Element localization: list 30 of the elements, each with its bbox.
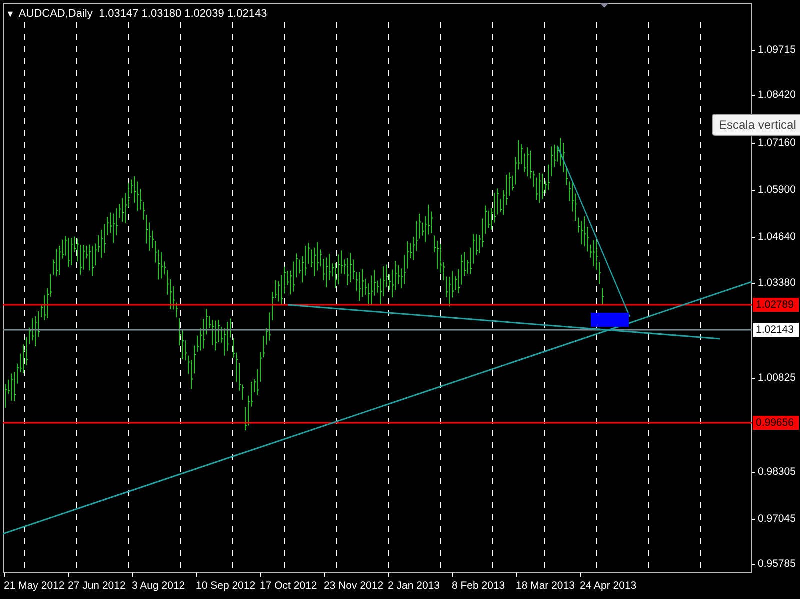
price-label: 1.07160 xyxy=(758,137,796,150)
date-label: 21 May 2012 xyxy=(4,580,65,592)
price-level-label: 1.02789 xyxy=(753,298,799,312)
price-label: 0.98305 xyxy=(758,466,796,479)
date-label: 10 Sep 2012 xyxy=(196,580,256,592)
shift-marker-icon[interactable] xyxy=(600,3,609,8)
date-label: 3 Aug 2012 xyxy=(132,580,186,592)
date-label: 8 Feb 2013 xyxy=(452,580,506,592)
trend-line[interactable] xyxy=(288,304,720,340)
price-label: 1.03380 xyxy=(758,277,796,290)
date-label: 17 Oct 2012 xyxy=(260,580,318,592)
date-label: 18 Mar 2013 xyxy=(516,580,575,592)
price-label: 1.00825 xyxy=(758,372,796,385)
date-label: 24 Apr 2013 xyxy=(580,580,637,592)
price-label: 1.09715 xyxy=(758,44,796,57)
price-level-label: 0.99656 xyxy=(753,416,799,430)
date-label: 23 Nov 2012 xyxy=(324,580,384,592)
chart-title: AUDCAD,Daily 1.03147 1.03180 1.02039 1.02143 xyxy=(18,8,268,20)
tooltip: Escala vertical xyxy=(712,114,800,136)
trend-line[interactable] xyxy=(557,146,631,318)
price-label: 0.95785 xyxy=(758,558,796,571)
price-label: 0.97045 xyxy=(758,513,796,526)
price-level-label: 1.02143 xyxy=(753,323,799,337)
price-label: 1.08420 xyxy=(758,89,796,102)
price-label: 1.04640 xyxy=(758,231,796,244)
date-label: 2 Jan 2013 xyxy=(388,580,440,592)
trend-line[interactable] xyxy=(3,281,752,535)
date-label: 27 Jun 2012 xyxy=(68,580,126,592)
menu-glyph[interactable]: ▼ xyxy=(6,9,15,19)
price-label: 1.05900 xyxy=(758,184,796,197)
